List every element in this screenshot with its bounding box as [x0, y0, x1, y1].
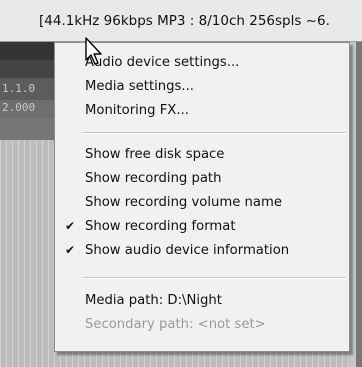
mouse-cursor-icon [85, 37, 102, 65]
menu-item-media-settings[interactable]: Media settings... [55, 75, 349, 99]
status-bar[interactable]: [44.1kHz 96kbps MP3 : 8/10ch 256spls ~6. [0, 0, 362, 42]
menu-item-label: Show recording format [85, 219, 236, 234]
menu-item-label: Show audio device information [85, 243, 290, 258]
menu-item-label: Secondary path: <not set> [85, 317, 266, 332]
ruler-label: 1.1.0 [2, 82, 36, 95]
menu-item-show-recording-format[interactable]: ✔ Show recording format [55, 215, 349, 239]
menu-item-show-free-disk-space[interactable]: Show free disk space [55, 143, 349, 167]
menu-item-media-path[interactable]: Media path: D:\Night [55, 289, 349, 313]
menu-item-show-recording-path[interactable]: Show recording path [55, 167, 349, 191]
checkmark-icon: ✔ [65, 219, 76, 233]
menu-item-label: Media settings... [85, 79, 194, 94]
menu-separator [83, 277, 346, 279]
menu-item-label: Show recording volume name [85, 195, 282, 210]
ruler-band: 2.000 [0, 100, 60, 118]
checkmark-icon: ✔ [65, 243, 76, 257]
menu-item-show-recording-volume-name[interactable]: Show recording volume name [55, 191, 349, 215]
track-band [0, 60, 60, 78]
menu-item-monitoring-fx[interactable]: Monitoring FX... [55, 99, 349, 123]
menu-item-label: Media path: D:\Night [85, 293, 222, 308]
track-band [0, 42, 60, 60]
context-menu: Audio device settings... Media settings.… [54, 42, 350, 352]
ruler-band: 1.1.0 [0, 78, 60, 100]
menu-separator [83, 132, 346, 134]
scrollbar-thumb[interactable] [356, 42, 362, 367]
recording-format-status[interactable]: [44.1kHz 96kbps MP3 : 8/10ch 256spls ~6. [39, 13, 330, 29]
menu-item-label: Audio device settings... [85, 55, 240, 70]
menu-item-label: Monitoring FX... [85, 103, 189, 118]
ruler-band [0, 118, 60, 140]
menu-item-label: Show recording path [85, 171, 222, 186]
menu-item-show-audio-device-information[interactable]: ✔ Show audio device information [55, 239, 349, 263]
menu-item-secondary-path: Secondary path: <not set> [55, 313, 349, 337]
ruler-label: 2.000 [2, 101, 36, 114]
menu-item-label: Show free disk space [85, 147, 225, 162]
